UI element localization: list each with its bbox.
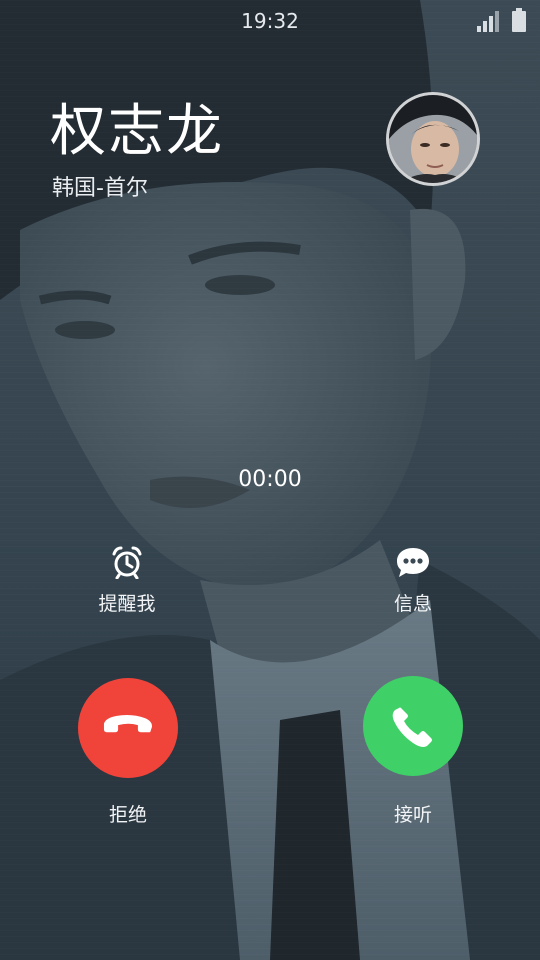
status-time: 19:32 (241, 9, 299, 33)
caller-location: 韩国-首尔 (52, 176, 148, 201)
incoming-call-screen: 19:32 权志龙 韩国-首尔 00:00 提醒我 信息 拒绝 接听 (0, 0, 540, 960)
alarm-clock-icon (112, 546, 142, 579)
signal-icon (477, 11, 499, 32)
decline-label: 拒绝 (108, 804, 147, 826)
hang-up-icon (103, 714, 153, 733)
remind-me-label: 提醒我 (98, 593, 156, 615)
remind-me-button[interactable]: 提醒我 (57, 545, 197, 616)
message-label: 信息 (393, 593, 432, 615)
answer-button[interactable] (363, 676, 463, 776)
battery-icon (512, 8, 526, 32)
phone-icon (392, 707, 432, 747)
status-bar: 19:32 (0, 0, 540, 40)
decline-button[interactable] (78, 678, 178, 778)
message-button[interactable]: 信息 (343, 545, 483, 616)
chat-bubble-icon (397, 548, 429, 577)
caller-name: 权志龙 (50, 99, 224, 164)
call-timer: 00:00 (238, 467, 302, 492)
caller-avatar (386, 92, 480, 186)
answer-label: 接听 (393, 804, 432, 826)
avatar-photo (389, 95, 477, 183)
